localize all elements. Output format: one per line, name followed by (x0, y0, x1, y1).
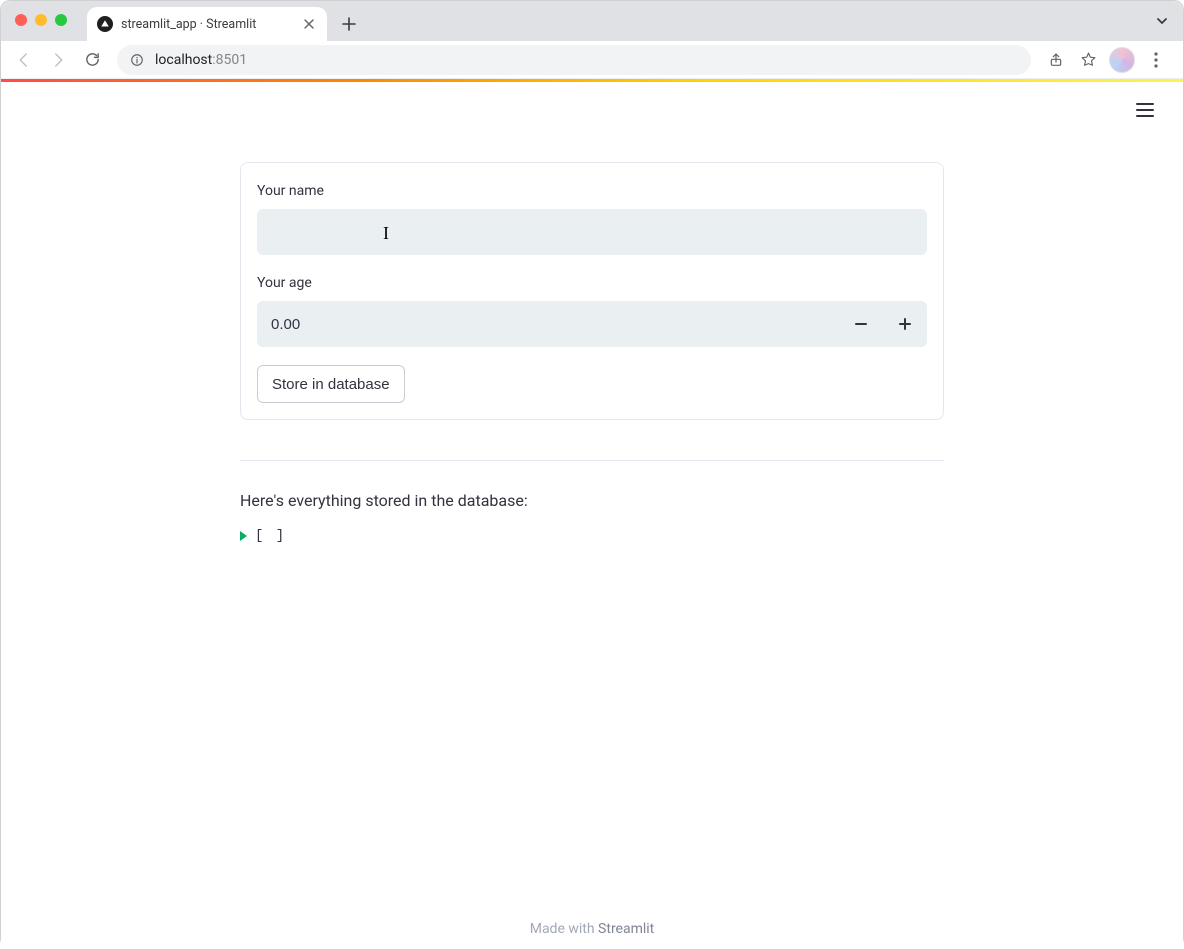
tabs-overflow-button[interactable] (1155, 13, 1169, 32)
app-viewport: Your name I Your age Store in database H… (1, 82, 1183, 949)
age-label: Your age (257, 275, 927, 291)
bookmark-star-icon[interactable] (1073, 45, 1103, 75)
back-button[interactable] (9, 45, 39, 75)
main-content: Your name I Your age Store in database H… (240, 82, 944, 604)
footer-prefix: Made with (530, 921, 598, 937)
url-text: localhost:8501 (155, 52, 247, 68)
app-menu-button[interactable] (1131, 96, 1159, 124)
window-maximize-button[interactable] (55, 14, 67, 26)
tab-close-icon[interactable] (301, 16, 317, 32)
name-label: Your name (257, 183, 927, 199)
streamlit-favicon-icon (97, 16, 113, 32)
age-input[interactable] (257, 301, 839, 347)
db-heading: Here's everything stored in the database… (240, 491, 944, 510)
window-controls (15, 14, 67, 26)
db-json-value: [ ] (255, 528, 286, 544)
url-host: localhost (155, 52, 212, 68)
browser-tab-strip: streamlit_app · Streamlit (1, 1, 1183, 41)
reload-button[interactable] (77, 45, 107, 75)
json-expand-caret-icon[interactable] (240, 531, 247, 541)
toolbar-right (1041, 45, 1175, 75)
kebab-menu-icon[interactable] (1141, 45, 1171, 75)
footer: Made with Streamlit (1, 921, 1183, 937)
window-minimize-button[interactable] (35, 14, 47, 26)
forward-button[interactable] (43, 45, 73, 75)
profile-avatar[interactable] (1109, 47, 1135, 73)
share-icon[interactable] (1041, 45, 1071, 75)
age-input-group (257, 301, 927, 347)
footer-brand-link[interactable]: Streamlit (598, 921, 654, 937)
url-port: :8501 (212, 52, 247, 68)
input-form: Your name I Your age Store in database (240, 162, 944, 420)
db-json-display: [ ] (240, 528, 944, 544)
browser-toolbar: localhost:8501 (1, 41, 1183, 79)
tab-title: streamlit_app · Streamlit (121, 17, 293, 32)
address-bar[interactable]: localhost:8501 (117, 45, 1031, 75)
tabs-region: streamlit_app · Streamlit (87, 7, 363, 41)
name-input[interactable] (257, 209, 927, 255)
increment-button[interactable] (883, 301, 927, 347)
site-info-icon[interactable] (129, 52, 145, 68)
divider (240, 460, 944, 461)
decrement-button[interactable] (839, 301, 883, 347)
window-close-button[interactable] (15, 14, 27, 26)
new-tab-button[interactable] (335, 10, 363, 38)
store-button[interactable]: Store in database (257, 365, 405, 403)
tab-streamlit-app[interactable]: streamlit_app · Streamlit (87, 7, 327, 41)
